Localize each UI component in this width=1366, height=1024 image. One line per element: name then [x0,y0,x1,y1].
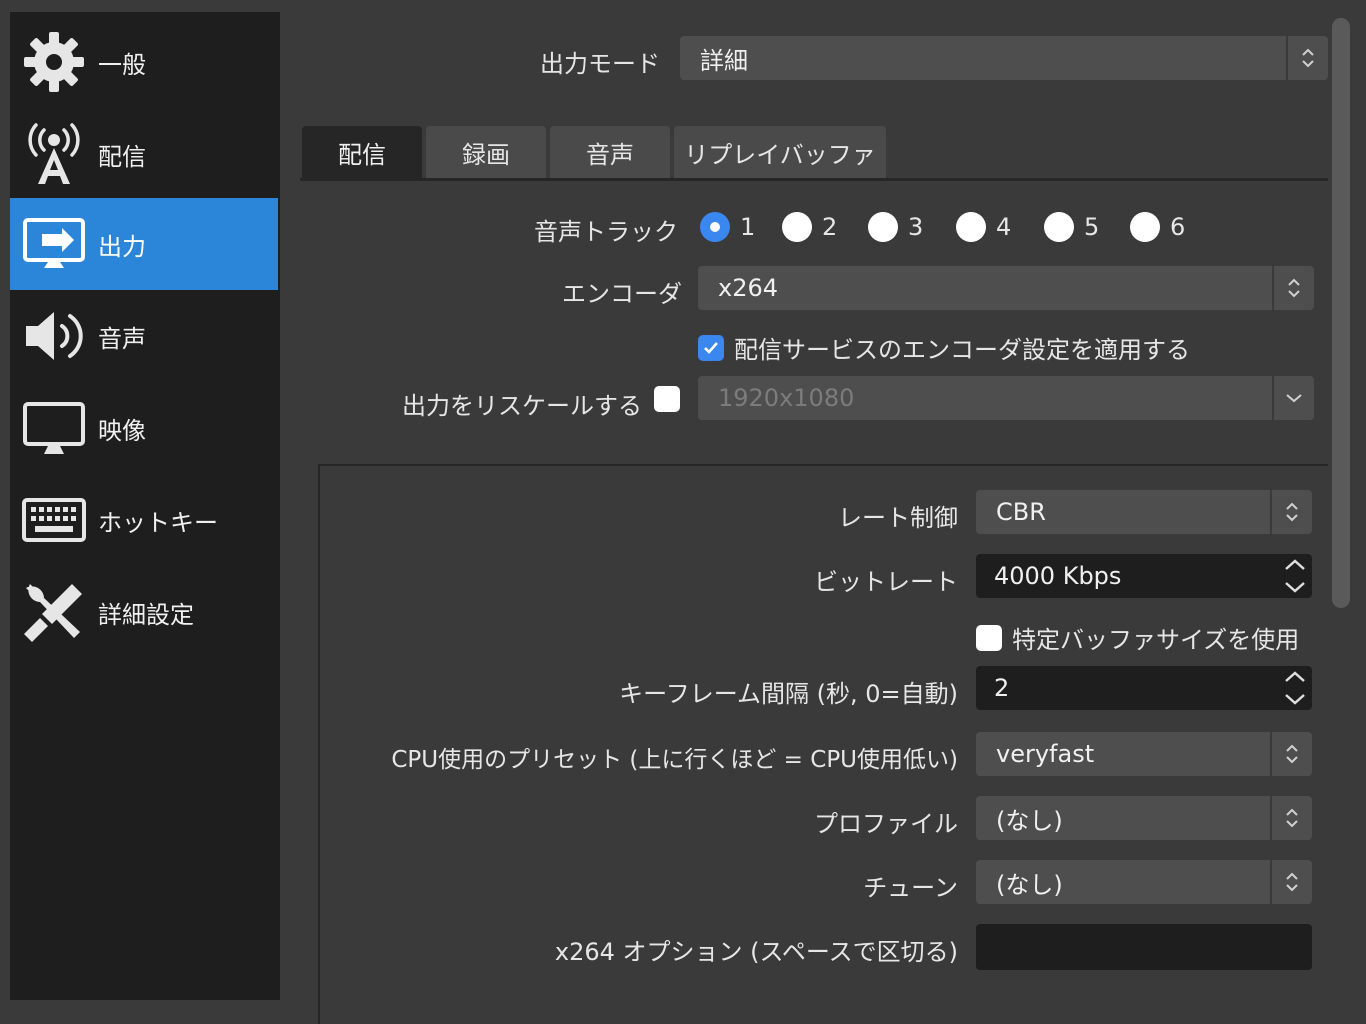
tools-icon [22,580,86,644]
apply-service-settings-label: 配信サービスのエンコーダ設定を適用する [734,336,1190,364]
radio-label: 1 [740,213,756,241]
custom-buffer-label: 特定バッファサイズを使用 [1012,626,1300,654]
keyboard-icon [22,488,86,552]
encoder-value: x264 [718,274,779,302]
updown-chevron-icon [1270,732,1312,776]
sidebar-item-hotkeys[interactable]: ホットキー [10,474,280,566]
sidebar-item-label: 出力 [98,232,146,261]
tab-replay-buffer[interactable]: リプレイバッファ [674,126,886,178]
decrement-chevron-down-icon[interactable] [1278,576,1312,598]
audio-track-radio-2[interactable]: 2 [782,210,837,244]
speaker-icon [22,304,86,368]
tab-label: 配信 [338,140,386,169]
rescale-resolution-select[interactable]: 1920x1080 [698,376,1314,420]
tab-divider [300,178,1328,181]
radio-icon [782,212,812,242]
sidebar-item-advanced[interactable]: 詳細設定 [10,566,280,658]
audio-track-label: 音声トラック [534,218,678,246]
increment-chevron-up-icon[interactable] [1278,666,1312,688]
tab-stream[interactable]: 配信 [302,126,422,178]
audio-track-radio-5[interactable]: 5 [1044,210,1099,244]
rate-control-label: レート制御 [838,504,958,532]
profile-select[interactable]: (なし) [976,796,1312,840]
sidebar-item-audio[interactable]: 音声 [10,290,280,382]
cpu-preset-label: CPU使用のプリセット (上に行くほど = CPU使用低い) [391,747,958,773]
output-mode-label: 出力モード [540,50,660,78]
rescale-label: 出力をリスケールする [402,392,642,420]
radio-icon [956,212,986,242]
custom-buffer-checkbox[interactable]: 特定バッファサイズを使用 [976,620,1299,655]
radio-label: 6 [1170,213,1186,241]
sidebar-item-label: 映像 [98,416,146,445]
radio-label: 2 [822,213,838,241]
bitrate-spinbox[interactable]: 4000 Kbps [976,554,1312,598]
chevron-down-icon [1272,376,1314,420]
sidebar-item-output[interactable]: 出力 [10,198,278,290]
keyframe-interval-value: 2 [994,674,1010,702]
broadcast-antenna-icon [22,122,86,186]
increment-chevron-up-icon[interactable] [1278,554,1312,576]
keyframe-interval-spinbox[interactable]: 2 [976,666,1312,710]
sidebar-item-label: 一般 [98,50,146,79]
decrement-chevron-down-icon[interactable] [1278,688,1312,710]
encoder-label: エンコーダ [562,280,682,308]
encoder-select[interactable]: x264 [698,266,1314,310]
tab-label: 音声 [586,140,634,169]
tab-audio[interactable]: 音声 [550,126,670,178]
checkmark-icon [698,334,724,361]
updown-chevron-icon [1286,36,1328,80]
vertical-scrollbar-thumb[interactable] [1332,18,1350,608]
tab-label: 録画 [462,140,510,169]
rate-control-select[interactable]: CBR [976,490,1312,534]
settings-sidebar: 一般 配信 出力 音声 映像 ホットキー 詳細設定 [10,12,280,1000]
radio-label: 3 [908,213,924,241]
sidebar-item-video[interactable]: 映像 [10,382,280,474]
tune-select[interactable]: (なし) [976,860,1312,904]
sidebar-item-stream[interactable]: 配信 [10,108,280,200]
bitrate-label: ビットレート [814,568,958,596]
audio-track-radio-6[interactable]: 6 [1130,210,1185,244]
radio-icon [1130,212,1160,242]
tab-label: リプレイバッファ [684,140,876,169]
profile-value: (なし) [996,806,1063,835]
keyframe-interval-label: キーフレーム間隔 (秒, 0=自動) [619,680,958,708]
monitor-output-icon [22,212,86,276]
bitrate-value: 4000 Kbps [994,562,1122,590]
output-mode-select[interactable]: 詳細 [680,36,1328,80]
radio-icon [868,212,898,242]
radio-icon [1044,212,1074,242]
sidebar-item-general[interactable]: 一般 [10,16,280,108]
rescale-checkbox[interactable] [654,386,680,412]
cpu-preset-select[interactable]: veryfast [976,732,1312,776]
rate-control-value: CBR [996,498,1046,526]
updown-chevron-icon [1270,796,1312,840]
sidebar-item-label: 配信 [98,142,146,171]
rescale-resolution-value: 1920x1080 [718,384,855,412]
audio-track-radio-3[interactable]: 3 [868,210,923,244]
tune-value: (なし) [996,870,1063,899]
tune-label: チューン [863,874,958,902]
sidebar-item-label: 音声 [98,324,146,353]
cpu-preset-value: veryfast [996,740,1095,768]
sidebar-item-label: ホットキー [98,508,218,537]
updown-chevron-icon [1270,860,1312,904]
sidebar-item-label: 詳細設定 [98,600,194,629]
gear-icon [22,30,86,94]
updown-chevron-icon [1270,490,1312,534]
radio-selected-icon [700,212,730,242]
audio-track-radio-1[interactable]: 1 [700,210,755,244]
x264-options-label: x264 オプション (スペースで区切る) [554,938,958,966]
updown-chevron-icon [1272,266,1314,310]
audio-track-radio-4[interactable]: 4 [956,210,1011,244]
monitor-icon [22,396,86,460]
radio-label: 4 [996,213,1012,241]
tab-recording[interactable]: 録画 [426,126,546,178]
radio-label: 5 [1084,213,1100,241]
profile-label: プロファイル [814,810,958,838]
output-mode-value: 詳細 [700,46,748,75]
x264-options-input[interactable] [976,924,1312,970]
apply-service-settings-checkbox[interactable]: 配信サービスのエンコーダ設定を適用する [698,330,1190,365]
checkbox-icon [976,624,1002,651]
